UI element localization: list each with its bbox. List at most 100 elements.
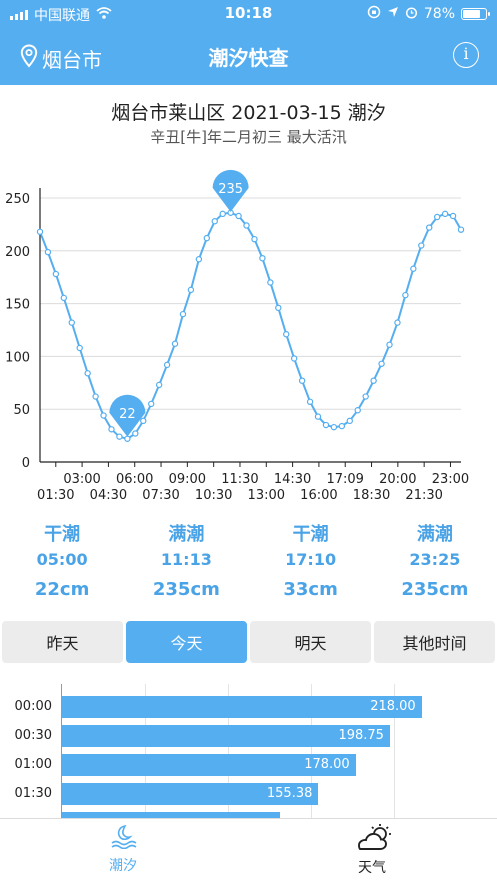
tide-data-point xyxy=(179,310,187,318)
tide-data-point xyxy=(449,212,457,220)
summary-high-tide-2: 满潮 23:25 235cm xyxy=(373,520,497,610)
tide-data-point xyxy=(314,413,322,420)
tide-line-chart: 0 50 100 150 200 250 01:30 04:30 07:30 10:30 13:00… xyxy=(5,169,469,503)
summary-time: 11:13 xyxy=(160,550,212,569)
tide-data-point xyxy=(354,407,361,414)
table-row-value: 178.00 xyxy=(304,757,350,772)
tide-data-point xyxy=(243,222,250,229)
tab-today[interactable]: 今天 xyxy=(126,621,247,663)
x-tick-label: 20:00 xyxy=(379,472,416,487)
x-tick-label: 14:30 xyxy=(274,472,311,487)
tide-data-point xyxy=(402,291,409,299)
tab-yesterday[interactable]: 昨天 xyxy=(2,621,123,663)
tide-data-point xyxy=(60,294,68,302)
table-row: 00:30 198.75 xyxy=(0,725,497,749)
alarm-icon xyxy=(405,6,418,23)
x-tick-label: 01:30 xyxy=(37,488,74,503)
table-row-bar: 155.38 xyxy=(62,783,319,805)
x-tick-label: 03:00 xyxy=(63,472,100,487)
tide-data-point xyxy=(410,265,417,272)
tide-data-point xyxy=(68,319,75,326)
battery-icon xyxy=(461,8,490,20)
tide-chart-title: 烟台市莱山区 2021-03-15 潮汐 xyxy=(111,102,386,124)
tide-data-point xyxy=(251,235,258,243)
tide-data-point xyxy=(290,355,298,362)
tide-series-line xyxy=(39,211,462,440)
tide-data-point xyxy=(338,422,346,430)
peak-marker-label: 22 xyxy=(119,407,136,422)
summary-type: 干潮 xyxy=(292,524,329,545)
tide-summary: 干潮 05:00 22cm 满潮 11:13 235cm 干潮 17:10 33… xyxy=(0,520,497,610)
tide-data-point xyxy=(108,426,115,433)
tide-data-point xyxy=(433,213,441,221)
page-title: 潮汐快查 xyxy=(208,46,289,70)
navigation-bar: 烟台市 潮汐快查 i xyxy=(0,30,497,82)
tide-data-point xyxy=(426,224,433,231)
x-tick-label: 09:00 xyxy=(169,472,206,487)
tide-data-point xyxy=(394,319,401,326)
x-tick-label: 21:30 xyxy=(405,488,442,503)
info-button[interactable]: i xyxy=(453,42,479,68)
table-row-bar: 178.00 xyxy=(62,754,356,776)
summary-high-tide-1: 满潮 11:13 235cm xyxy=(124,520,248,610)
tabbar-weather[interactable]: 天气 xyxy=(312,823,432,877)
y-tick-label: 150 xyxy=(5,298,30,313)
tide-data-point xyxy=(163,361,171,369)
y-tick-label: 200 xyxy=(5,245,30,260)
tide-data-point xyxy=(44,248,52,256)
tide-data-point xyxy=(362,393,369,400)
tide-data-point xyxy=(322,421,330,429)
summary-height: 235cm xyxy=(401,579,469,600)
x-tick-label: 04:30 xyxy=(90,488,127,503)
tide-data-point xyxy=(441,210,449,218)
tide-data-point xyxy=(124,435,131,442)
location-arrow-icon xyxy=(387,6,399,22)
tabbar-tide-label: 潮汐 xyxy=(109,858,137,874)
tide-data-point xyxy=(148,400,155,408)
tide-data-point xyxy=(378,360,385,367)
tide-data-point xyxy=(298,377,306,384)
tide-data-point xyxy=(76,344,83,352)
tide-data-point xyxy=(132,430,139,437)
table-row-bar: 218.00 xyxy=(62,696,422,718)
tide-data-point xyxy=(84,370,91,377)
table-row-time: 01:00 xyxy=(14,757,52,772)
moon-wave-icon xyxy=(109,824,137,853)
bottom-tab-bar: 潮汐 天气 xyxy=(0,818,497,883)
table-row-value: 155.38 xyxy=(266,786,313,801)
tide-data-point xyxy=(267,279,274,286)
table-row-time: 01:30 xyxy=(14,786,52,801)
y-tick-label: 100 xyxy=(5,350,30,365)
peak-marker-label: 235 xyxy=(218,182,243,197)
summary-height: 235cm xyxy=(152,579,220,600)
summary-low-tide-1: 干潮 05:00 22cm xyxy=(0,520,124,610)
tide-data-point xyxy=(36,228,44,235)
tide-data-point xyxy=(195,256,203,263)
y-tick-label: 50 xyxy=(13,403,30,418)
tide-height-table[interactable]: 00:00 218.00 00:30 198.75 01:00 178.00 01:30 15… xyxy=(0,684,497,818)
tab-other-time[interactable]: 其他时间 xyxy=(374,621,495,663)
header-bar: 中国联通 10:18 78% 烟台市 潮汐快查 i xyxy=(0,0,497,85)
x-tick-label: 07:30 xyxy=(142,488,179,503)
x-tick-label: 18:30 xyxy=(353,488,390,503)
tide-data-point xyxy=(235,212,242,220)
x-tick-label: 17:09 xyxy=(326,472,363,487)
x-tick-label: 16:00 xyxy=(300,488,337,503)
x-tick-label: 06:00 xyxy=(116,472,153,487)
tide-data-point xyxy=(116,433,123,440)
summary-height: 33cm xyxy=(283,579,338,600)
tab-tomorrow[interactable]: 明天 xyxy=(250,621,371,663)
tabbar-weather-label: 天气 xyxy=(358,860,386,876)
tide-data-point xyxy=(155,381,163,389)
tide-data-point xyxy=(171,340,179,347)
summary-type: 干潮 xyxy=(44,524,81,545)
tide-data-point xyxy=(100,412,107,419)
tabbar-tide[interactable]: 潮汐 xyxy=(63,823,183,875)
y-tick-label: 0 xyxy=(22,456,30,471)
table-row-time: 00:00 xyxy=(14,699,52,714)
tide-data-point xyxy=(275,304,282,312)
table-row-bar: 198.75 xyxy=(62,725,390,747)
tide-data-point xyxy=(306,398,314,406)
tide-data-point xyxy=(283,331,290,338)
summary-height: 22cm xyxy=(34,579,90,600)
